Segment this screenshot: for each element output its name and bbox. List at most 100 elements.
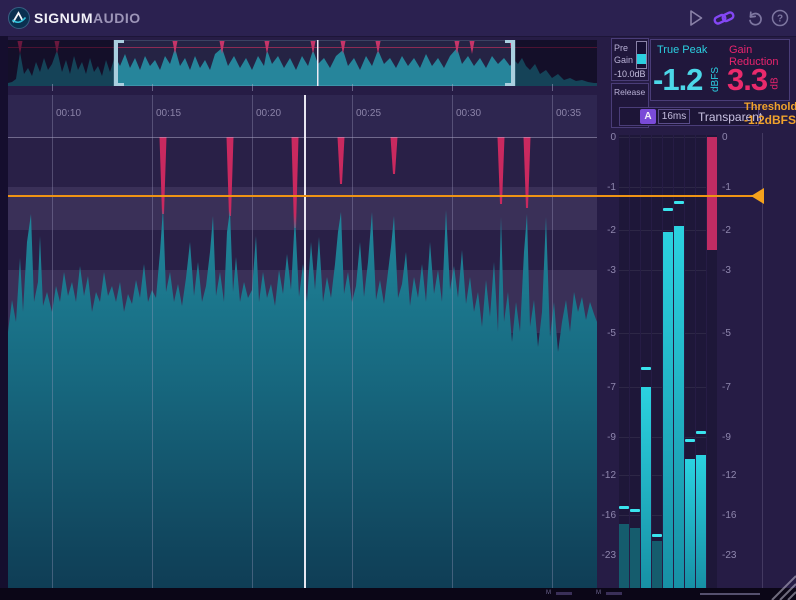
- threshold-value[interactable]: -1.2dBFS: [744, 113, 796, 127]
- main-waveform-view[interactable]: 00:1000:1500:2000:2500:3000:35: [8, 95, 597, 588]
- overview-tick: [152, 84, 153, 91]
- meter-bar: [630, 528, 640, 588]
- signum-logo-icon: [8, 7, 30, 29]
- grid-line: [52, 95, 53, 588]
- meter-scale-tickline: [641, 387, 651, 388]
- meter-scale-tickline: [652, 475, 662, 476]
- meter-scale-tickline: [696, 437, 706, 438]
- true-peak-unit: dBFS: [710, 67, 721, 92]
- meter-scale-tickline: [652, 437, 662, 438]
- gr-spike: [391, 137, 398, 174]
- time-label: 00:30: [456, 108, 481, 119]
- meter-scale-label: -16: [598, 510, 616, 521]
- time-label: 00:25: [356, 108, 381, 119]
- meter-scale-tickline: [630, 515, 640, 516]
- meter-scale-label: -3: [598, 265, 616, 276]
- release-time-field[interactable]: 16ms: [658, 109, 690, 124]
- meter-peak-tick: [663, 208, 673, 211]
- meter-scale-tickline: [619, 515, 629, 516]
- gr-spike: [160, 137, 167, 214]
- overview-tick: [552, 84, 553, 91]
- meter-scale-tickline: [685, 230, 695, 231]
- meter-scale-tickline: [663, 437, 673, 438]
- meter-scale-label: -23: [722, 550, 740, 561]
- link-icon: [712, 9, 736, 27]
- meter-peak-tick: [696, 431, 706, 434]
- threshold-handle[interactable]: [751, 188, 764, 204]
- meter-scale-tickline: [663, 333, 673, 334]
- meter-scale-tickline: [630, 187, 640, 188]
- footer-bar: [700, 593, 760, 595]
- meter-scale-tickline: [641, 475, 651, 476]
- meter-scale-tickline: [630, 230, 640, 231]
- auto-release-button[interactable]: A: [640, 109, 656, 124]
- meter-scale-tickline: [630, 270, 640, 271]
- grid-line: [552, 95, 553, 588]
- meter-column: [652, 135, 662, 588]
- pre-gain-fader[interactable]: [636, 41, 647, 69]
- footer-dash: [556, 592, 572, 595]
- meter-scale-tickline: [685, 137, 695, 138]
- meter-bar: [685, 459, 695, 588]
- meter-peak-tick: [641, 367, 651, 370]
- meter-scale-tickline: [685, 515, 695, 516]
- meter-scale-tickline: [652, 515, 662, 516]
- meter-scale-label: -23: [598, 550, 616, 561]
- grid-line: [452, 95, 453, 588]
- gr-spike: [498, 137, 505, 204]
- play-icon: [688, 9, 704, 27]
- meter-scale-tickline: [641, 555, 651, 556]
- true-peak-value: -1.2: [653, 62, 702, 98]
- meter-scale-tickline: [696, 270, 706, 271]
- meter-peak-tick: [652, 534, 662, 537]
- meter-scale-tickline: [619, 270, 629, 271]
- meter-scale-tickline: [652, 387, 662, 388]
- meter-scale-tickline: [685, 387, 695, 388]
- meter-scale-tickline: [674, 137, 684, 138]
- link-button[interactable]: [712, 8, 736, 28]
- meter-scale-tickline: [674, 555, 684, 556]
- footer-marker: M: [546, 590, 551, 596]
- meter-scale-tickline: [641, 187, 651, 188]
- main-playhead[interactable]: [304, 95, 306, 588]
- meter-scale-label: -2: [722, 225, 740, 236]
- footer-dash: [606, 592, 622, 595]
- meter-scale-tickline: [641, 230, 651, 231]
- meter-scale-tickline: [652, 137, 662, 138]
- help-button[interactable]: ?: [770, 8, 790, 28]
- brand-title: SIGNUMAUDIO: [34, 10, 141, 26]
- meter-bar: [663, 232, 673, 588]
- meter-scale-tickline: [663, 555, 673, 556]
- meter-scale-tickline: [630, 555, 640, 556]
- resize-handle[interactable]: [756, 574, 796, 600]
- meter-scale-tickline: [674, 187, 684, 188]
- pre-gain-label-1: Pre: [614, 43, 628, 53]
- meter-column: [619, 135, 629, 588]
- meter-scale-label: -12: [598, 470, 616, 481]
- meter-bar: [696, 455, 706, 588]
- meter-scale-tickline: [674, 475, 684, 476]
- meter-scale-tickline: [685, 333, 695, 334]
- meter-scale-tickline: [641, 137, 651, 138]
- meter-scale-tickline: [619, 555, 629, 556]
- brand-bold: SIGNUM: [34, 10, 93, 26]
- play-button[interactable]: [686, 8, 706, 28]
- meter-scale-tickline: [685, 187, 695, 188]
- undo-button[interactable]: [745, 8, 765, 28]
- meter-scale-tickline: [674, 230, 684, 231]
- meter-scale-tickline: [663, 137, 673, 138]
- meter-scale-label: -16: [722, 510, 740, 521]
- true-peak-label: True Peak: [657, 44, 707, 56]
- meter-scale-label: -9: [722, 432, 740, 443]
- meter-scale-label: -7: [598, 382, 616, 393]
- release-label: Release: [614, 87, 645, 97]
- meter-bar: [619, 524, 629, 588]
- overview-tick: [352, 84, 353, 91]
- threshold-label: Threshold: [744, 101, 796, 113]
- overview-timeline[interactable]: [8, 40, 597, 86]
- meter-peak-tick: [674, 201, 684, 204]
- meter-scale-tickline: [619, 475, 629, 476]
- pre-gain-value: -10.0dB: [614, 69, 646, 79]
- meter-scale-tickline: [663, 475, 673, 476]
- meter-scale-tickline: [674, 333, 684, 334]
